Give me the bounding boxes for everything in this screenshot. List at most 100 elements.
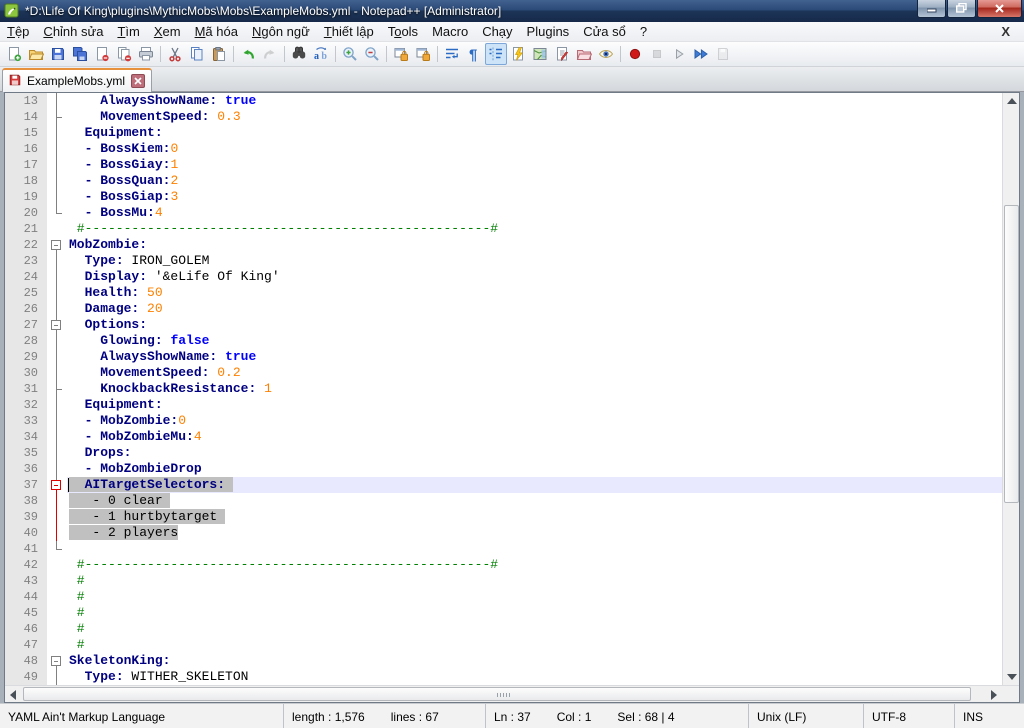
code-line[interactable]: Damage: 20 xyxy=(67,301,1002,317)
code-line[interactable]: # xyxy=(67,637,1002,653)
menu-item-plugins[interactable]: Plugins xyxy=(520,22,577,41)
restore-button[interactable] xyxy=(947,0,976,18)
code-line[interactable]: SkeletonKing: xyxy=(67,653,1002,669)
vertical-scroll-thumb[interactable] xyxy=(1004,205,1019,503)
code-line[interactable]: #---------------------------------------… xyxy=(67,557,1002,573)
replace-icon[interactable]: ab xyxy=(310,43,332,65)
sync-scroll-v-icon[interactable] xyxy=(390,43,412,65)
close-document-x[interactable]: X xyxy=(997,24,1014,39)
monitor-eye-icon[interactable] xyxy=(595,43,617,65)
menu-item-tim[interactable]: Tìm xyxy=(110,22,146,41)
code-line[interactable]: Equipment: xyxy=(67,397,1002,413)
code-line[interactable]: - BossGiay:1 xyxy=(67,157,1002,173)
code-line[interactable]: AlwaysShowName: true xyxy=(67,349,1002,365)
macro-play-icon[interactable] xyxy=(668,43,690,65)
code-line[interactable] xyxy=(67,541,1002,557)
scroll-right-arrow[interactable] xyxy=(991,690,997,700)
paste-icon[interactable] xyxy=(208,43,230,65)
code-line[interactable]: AITargetSelectors: xyxy=(67,477,1002,493)
zoom-in-icon[interactable] xyxy=(339,43,361,65)
undo-icon[interactable] xyxy=(237,43,259,65)
code-line[interactable]: - MobZombieMu:4 xyxy=(67,429,1002,445)
fold-collapse-icon[interactable] xyxy=(47,317,67,333)
doc-map-icon[interactable] xyxy=(529,43,551,65)
indent-guide-icon[interactable] xyxy=(485,43,507,65)
tab-examplemobs[interactable]: ExampleMobs.yml xyxy=(2,68,152,92)
status-eol-format[interactable]: Unix (LF) xyxy=(749,704,864,728)
code-line[interactable]: # xyxy=(67,605,1002,621)
menu-item-chinh-sua[interactable]: Chỉnh sửa xyxy=(36,22,110,41)
vertical-scrollbar[interactable] xyxy=(1002,93,1019,685)
code-line[interactable]: #---------------------------------------… xyxy=(67,221,1002,237)
code-line[interactable]: Equipment: xyxy=(67,125,1002,141)
open-folder-icon[interactable] xyxy=(25,43,47,65)
fold-collapse-icon[interactable] xyxy=(47,653,67,669)
new-file-icon[interactable] xyxy=(3,43,25,65)
code-area[interactable]: 13 AlwaysShowName: true14 MovementSpeed:… xyxy=(5,93,1002,685)
code-line[interactable]: - BossGiap:3 xyxy=(67,189,1002,205)
menu-item-ngon-ngu[interactable]: Ngôn ngữ xyxy=(245,22,317,41)
menu-item-chay[interactable]: Chạy xyxy=(475,22,519,41)
menu-item-xem[interactable]: Xem xyxy=(147,22,188,41)
code-line[interactable]: Health: 50 xyxy=(67,285,1002,301)
code-line[interactable]: KnockbackResistance: 1 xyxy=(67,381,1002,397)
zoom-out-icon[interactable] xyxy=(361,43,383,65)
menu-item-tep[interactable]: Tệp xyxy=(0,22,36,41)
menu-item-cua-so[interactable]: Cửa sổ xyxy=(576,22,633,41)
word-wrap-icon[interactable] xyxy=(441,43,463,65)
folder-workspace-icon[interactable] xyxy=(573,43,595,65)
code-line[interactable]: # xyxy=(67,589,1002,605)
scroll-up-arrow[interactable] xyxy=(1007,98,1017,104)
horizontal-scrollbar[interactable] xyxy=(5,685,1019,702)
fold-collapse-icon[interactable] xyxy=(47,477,67,493)
cut-icon[interactable] xyxy=(164,43,186,65)
code-line[interactable]: - 2 players xyxy=(67,525,1002,541)
doc-list-icon[interactable] xyxy=(551,43,573,65)
menu-item-tools[interactable]: Tools xyxy=(381,22,425,41)
macro-run-multiple-icon[interactable] xyxy=(690,43,712,65)
menu-item-ma-hoa[interactable]: Mã hóa xyxy=(188,22,245,41)
status-insert-mode[interactable]: INS xyxy=(955,704,1024,728)
code-line[interactable]: # xyxy=(67,621,1002,637)
code-line[interactable]: MovementSpeed: 0.3 xyxy=(67,109,1002,125)
code-line[interactable]: - 0 clear xyxy=(67,493,1002,509)
code-line[interactable]: - BossMu:4 xyxy=(67,205,1002,221)
fold-collapse-icon[interactable] xyxy=(47,237,67,253)
menu-item-thiet-lap[interactable]: Thiết lập xyxy=(317,22,381,41)
macro-record-icon[interactable] xyxy=(624,43,646,65)
save-icon[interactable] xyxy=(47,43,69,65)
save-all-icon[interactable] xyxy=(69,43,91,65)
status-encoding[interactable]: UTF-8 xyxy=(864,704,955,728)
copy-icon[interactable] xyxy=(186,43,208,65)
print-icon[interactable] xyxy=(135,43,157,65)
show-all-chars-icon[interactable]: ¶ xyxy=(463,43,485,65)
code-line[interactable]: - BossKiem:0 xyxy=(67,141,1002,157)
udl-dialog-icon[interactable] xyxy=(507,43,529,65)
code-line[interactable]: MovementSpeed: 0.2 xyxy=(67,365,1002,381)
close-button[interactable] xyxy=(977,0,1022,18)
code-line[interactable]: Glowing: false xyxy=(67,333,1002,349)
code-line[interactable]: Type: WITHER_SKELETON xyxy=(67,669,1002,685)
code-line[interactable]: Type: IRON_GOLEM xyxy=(67,253,1002,269)
close-all-icon[interactable] xyxy=(113,43,135,65)
menu-item-help[interactable]: ? xyxy=(633,22,654,41)
code-line[interactable]: - 1 hurtbytarget xyxy=(67,509,1002,525)
scroll-left-arrow[interactable] xyxy=(10,690,16,700)
code-line[interactable]: - MobZombie:0 xyxy=(67,413,1002,429)
sync-scroll-h-icon[interactable] xyxy=(412,43,434,65)
tab-close-icon[interactable] xyxy=(131,74,145,88)
code-line[interactable]: AlwaysShowName: true xyxy=(67,93,1002,109)
horizontal-scroll-thumb[interactable] xyxy=(23,687,971,701)
code-line[interactable]: Options: xyxy=(67,317,1002,333)
code-line[interactable]: Display: '&eLife Of King' xyxy=(67,269,1002,285)
find-icon[interactable] xyxy=(288,43,310,65)
code-line[interactable]: - MobZombieDrop xyxy=(67,461,1002,477)
code-line[interactable]: Drops: xyxy=(67,445,1002,461)
menu-item-macro[interactable]: Macro xyxy=(425,22,475,41)
close-doc-icon[interactable] xyxy=(91,43,113,65)
code-line[interactable]: MobZombie: xyxy=(67,237,1002,253)
minimize-button[interactable] xyxy=(917,0,946,18)
code-line[interactable]: - BossQuan:2 xyxy=(67,173,1002,189)
code-line[interactable]: # xyxy=(67,573,1002,589)
scroll-down-arrow[interactable] xyxy=(1007,674,1017,680)
